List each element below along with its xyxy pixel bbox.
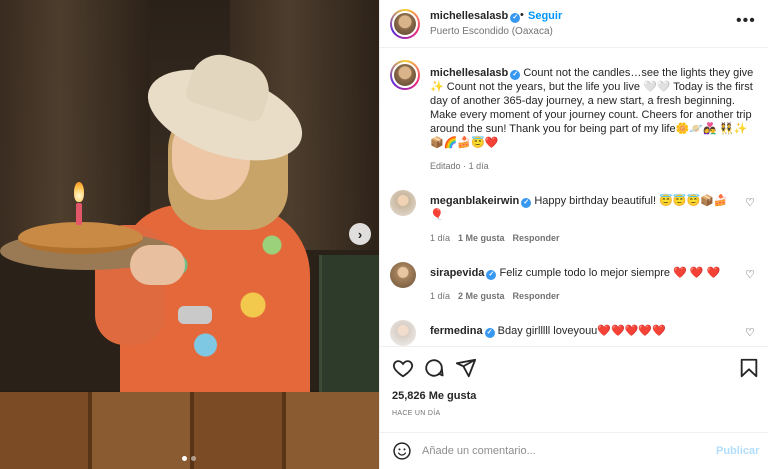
comment-text: sirapevida ✓ Feliz cumple todo lo mejor s… (430, 266, 740, 280)
comment-icon[interactable] (423, 357, 445, 379)
comment-text: meganblakeirwin ✓ Happy birthday beautifu… (430, 194, 740, 222)
comment-age: 1 día (430, 291, 451, 301)
verified-badge-icon: ✓ (510, 13, 521, 23)
carousel-dot (191, 456, 196, 461)
likes-count[interactable]: 25,826 Me gusta (392, 390, 476, 402)
verified-badge-icon: ✓ (486, 270, 497, 280)
verified-badge-icon: ✓ (510, 70, 521, 80)
caption-age: 1 día (468, 161, 489, 171)
candle (76, 203, 82, 225)
verified-badge-icon: ✓ (521, 198, 532, 208)
publish-button[interactable]: Publicar (716, 445, 759, 457)
comment-input[interactable] (422, 441, 702, 461)
candle-flame (74, 182, 84, 202)
comment-composer: Publicar (380, 432, 768, 469)
comment-likes[interactable]: 1 Me gusta (458, 233, 505, 243)
next-image-button[interactable]: › (349, 223, 371, 245)
commenter-avatar[interactable] (390, 262, 416, 288)
verified-badge-icon: ✓ (484, 328, 495, 338)
separator-dot: · (463, 161, 467, 171)
birthday-cake (18, 222, 143, 254)
heart-emoji-icon: ❤️ ❤️ ❤️ (673, 267, 721, 279)
author-avatar[interactable] (390, 9, 420, 39)
commenter-avatar[interactable] (390, 190, 416, 216)
comment-body: Feliz cumple todo lo mejor siempre (499, 267, 674, 279)
caption-body: Count not the candles…see the lights the… (430, 67, 754, 149)
carousel-indicator (182, 456, 196, 461)
reply-button[interactable]: Responder (513, 233, 560, 243)
comment-like-heart-icon[interactable]: ♡ (745, 196, 755, 209)
comment-meta: 1 día 2 Me gusta Responder (430, 291, 560, 301)
post-header: michellesalasb ✓ • Seguir Puerto Escondid… (380, 0, 768, 48)
comment-text: fermedina ✓ Bday girlllll loveyouu❤️❤️❤️❤… (430, 324, 740, 338)
chevron-right-icon: › (357, 226, 363, 242)
more-options-icon[interactable]: ••• (736, 12, 756, 30)
comment-meta: 1 día 1 Me gusta Responder (430, 233, 560, 243)
heart-icon[interactable] (392, 357, 414, 379)
carousel-dot-active (182, 456, 187, 461)
caption-username[interactable]: michellesalasb ✓ (430, 67, 521, 80)
caption-text: michellesalasb ✓ Count not the candles…se… (430, 66, 760, 150)
author-username[interactable]: michellesalasb ✓ (430, 10, 521, 23)
commenter-avatar[interactable] (390, 320, 416, 346)
post-photo[interactable]: › (0, 0, 379, 469)
edited-label: Editado (430, 161, 461, 171)
commenter-username[interactable]: fermedina ✓ (430, 325, 495, 338)
follow-button[interactable]: Seguir (528, 10, 562, 22)
commenter-username[interactable]: meganblakeirwin ✓ (430, 195, 532, 208)
comment-body: Bday girlllll loveyouu (497, 325, 598, 337)
bookmark-icon[interactable] (738, 357, 760, 379)
curtain (0, 0, 150, 250)
reply-button[interactable]: Responder (513, 291, 560, 301)
heart-emoji-icon: ❤️❤️❤️❤️❤️ (597, 325, 666, 337)
caption-avatar[interactable] (390, 60, 420, 90)
post-timestamp: HACE UN DÍA (392, 410, 441, 417)
person-hand (130, 245, 185, 285)
post-details-panel: michellesalasb ✓ • Seguir Puerto Escondid… (379, 0, 768, 469)
caption-meta: Editado · 1 día (430, 161, 489, 171)
comment-age: 1 día (430, 233, 451, 243)
share-icon[interactable] (455, 357, 477, 379)
comment-like-heart-icon[interactable]: ♡ (745, 326, 755, 339)
comment-likes[interactable]: 2 Me gusta (458, 291, 505, 301)
wristwatch (178, 306, 212, 324)
chair (319, 255, 379, 395)
commenter-username[interactable]: sirapevida ✓ (430, 267, 497, 280)
post-location[interactable]: Puerto Escondido (Oaxaca) (430, 26, 553, 37)
separator-dot: • (520, 9, 524, 21)
emoji-icon[interactable] (392, 441, 412, 461)
comment-like-heart-icon[interactable]: ♡ (745, 268, 755, 281)
